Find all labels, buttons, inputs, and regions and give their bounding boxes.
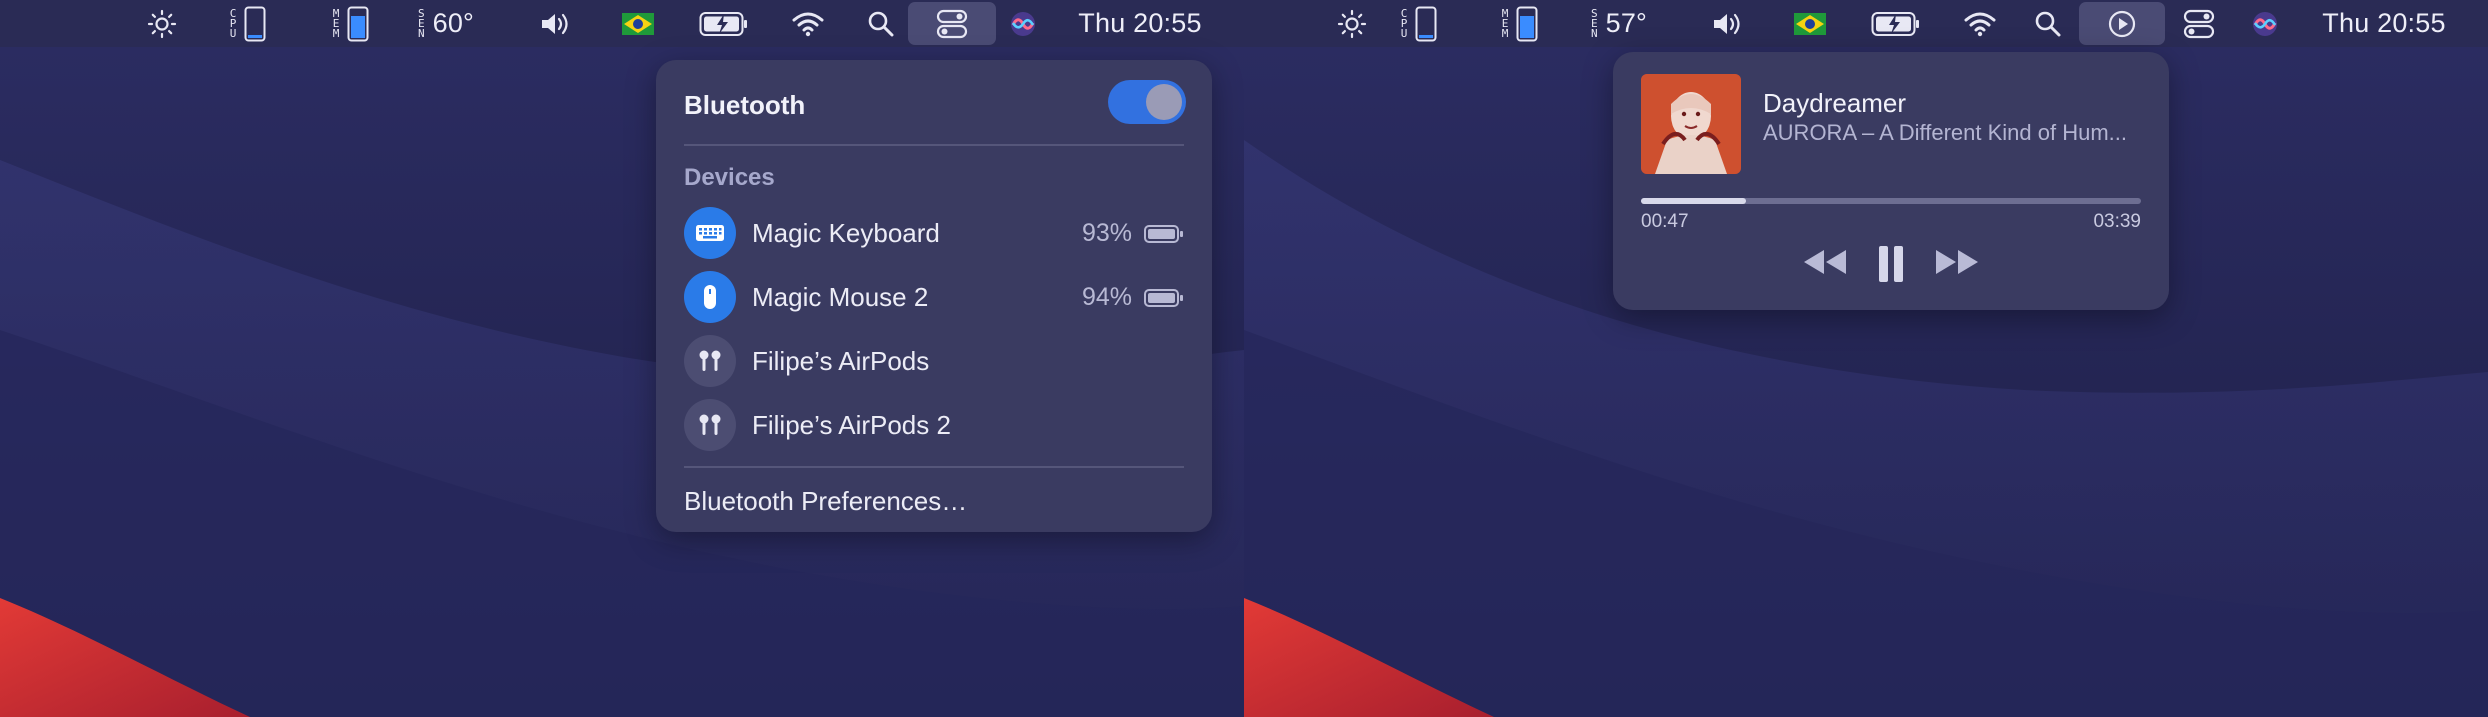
toggle-knob <box>1146 84 1182 120</box>
device-row-filipes-airpods[interactable]: Filipe’s AirPods <box>684 332 1184 388</box>
menu-bar-clock[interactable]: Thu 20:55 <box>1070 0 1210 47</box>
device-battery-percent: 94% <box>1081 283 1132 311</box>
sensor-temperature[interactable]: SEN 57° <box>1591 0 1663 47</box>
device-battery-percent: 93% <box>1081 219 1132 247</box>
airpods-icon <box>684 335 736 387</box>
siri-icon[interactable] <box>2248 0 2282 47</box>
memory-gauge-icon <box>1516 6 1538 41</box>
device-name: Filipe’s AirPods 2 <box>752 410 951 440</box>
control-center-icon[interactable] <box>2179 0 2219 47</box>
device-row-filipes-airpods-2[interactable]: Filipe’s AirPods 2 <box>684 396 1184 452</box>
memory-gauge-icon <box>347 6 369 41</box>
total-duration: 03:39 <box>2093 211 2141 232</box>
brazil-flag-icon[interactable] <box>622 0 654 47</box>
device-row-magic-mouse-2[interactable]: Magic Mouse 2 94% <box>684 268 1184 324</box>
cpu-monitor[interactable]: CPU <box>1393 0 1445 47</box>
divider <box>684 144 1184 146</box>
fast-forward-button[interactable] <box>1931 242 1983 282</box>
sen-label: SEN <box>1591 6 1598 40</box>
devices-heading: Devices <box>684 164 775 191</box>
rewind-button[interactable] <box>1799 242 1851 282</box>
playback-progress-fill <box>1641 198 1746 204</box>
sensor-temperature[interactable]: SEN 60° <box>418 0 490 47</box>
rewind-icon <box>1804 250 1846 274</box>
wifi-icon[interactable] <box>1962 0 1998 47</box>
pause-icon <box>1879 246 1903 282</box>
brazil-flag-icon[interactable] <box>1794 0 1826 47</box>
pause-button[interactable] <box>1871 242 1911 286</box>
clock-text: Thu 20:55 <box>2322 8 2446 38</box>
device-row-magic-keyboard[interactable]: Magic Keyboard 93% <box>684 204 1184 260</box>
device-battery-icon <box>1144 289 1183 307</box>
volume-icon[interactable] <box>538 0 574 47</box>
cpu-label: CPU <box>1400 6 1408 40</box>
left-screenshot: CPU MEM SEN 60° Thu 20:55 Bluetooth Devi… <box>0 0 1244 717</box>
album-art[interactable] <box>1641 74 1741 174</box>
keyboard-icon <box>684 207 736 259</box>
battery-charging-icon[interactable] <box>698 0 750 47</box>
playback-progress-bar[interactable] <box>1641 198 2141 204</box>
airpods-icon <box>684 399 736 451</box>
now-playing-popover: Daydreamer AURORA – A Different Kind of … <box>1613 52 2169 310</box>
wifi-icon[interactable] <box>790 0 826 47</box>
bluetooth-toggle[interactable] <box>1108 80 1186 124</box>
siri-icon[interactable] <box>1006 0 1040 47</box>
device-name: Magic Keyboard <box>752 218 940 248</box>
track-artist-album: AURORA – A Different Kind of Hum... <box>1763 120 2127 145</box>
bluetooth-preferences-link[interactable]: Bluetooth Preferences… <box>684 486 967 517</box>
now-playing-icon[interactable] <box>2079 2 2165 45</box>
spotlight-search-icon[interactable] <box>2031 0 2065 47</box>
spotlight-search-icon[interactable] <box>864 0 898 47</box>
temperature-readout: 60° <box>432 8 475 38</box>
divider <box>684 466 1184 468</box>
cpu-label: CPU <box>229 6 237 40</box>
brightness-icon[interactable] <box>143 0 181 47</box>
mem-label: MEM <box>332 6 340 40</box>
device-name: Magic Mouse 2 <box>752 282 929 312</box>
menu-bar-clock[interactable]: Thu 20:55 <box>2314 0 2454 47</box>
battery-charging-icon[interactable] <box>1870 0 1922 47</box>
track-title: Daydreamer <box>1763 88 1907 118</box>
right-screenshot: CPU MEM SEN 57° Thu 20:55 Daydreamer AUR… <box>1244 0 2488 717</box>
control-center-icon[interactable] <box>908 2 996 45</box>
menu-bar: CPU MEM SEN 57° Thu 20:55 <box>1244 0 2488 47</box>
mem-label: MEM <box>1501 6 1509 40</box>
fast-forward-icon <box>1936 250 1978 274</box>
temperature-readout: 57° <box>1605 8 1648 38</box>
cpu-gauge-icon <box>1415 6 1437 41</box>
cpu-gauge-icon <box>244 6 266 41</box>
volume-icon[interactable] <box>1710 0 1746 47</box>
device-battery-icon <box>1144 225 1183 243</box>
memory-monitor[interactable]: MEM <box>325 0 377 47</box>
bluetooth-popover: Bluetooth Devices Magic Keyboard 93% Mag… <box>656 60 1212 532</box>
brightness-icon[interactable] <box>1333 0 1371 47</box>
cpu-monitor[interactable]: CPU <box>222 0 274 47</box>
menu-bar: CPU MEM SEN 60° Thu 20:55 <box>0 0 1244 47</box>
mouse-icon <box>684 271 736 323</box>
elapsed-time: 00:47 <box>1641 211 1689 232</box>
bluetooth-title: Bluetooth <box>684 90 806 120</box>
memory-monitor[interactable]: MEM <box>1494 0 1546 47</box>
device-name: Filipe’s AirPods <box>752 346 930 376</box>
clock-text: Thu 20:55 <box>1078 8 1202 38</box>
sen-label: SEN <box>418 6 425 40</box>
